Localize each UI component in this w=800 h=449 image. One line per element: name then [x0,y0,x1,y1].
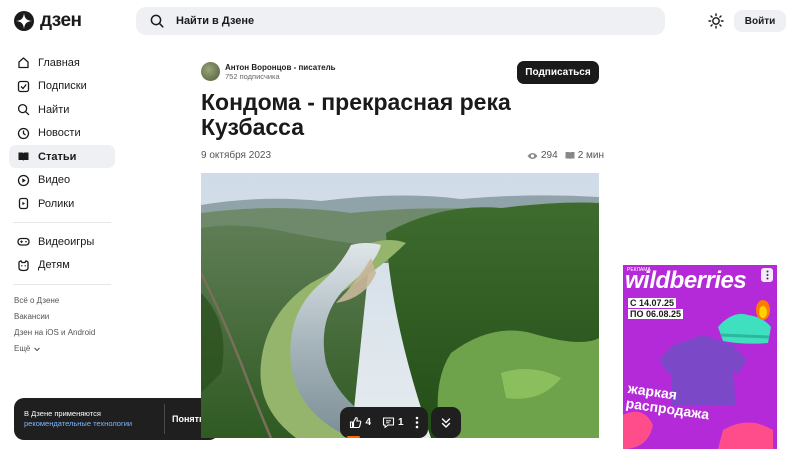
thumbs-up-icon [350,416,362,429]
ad-date-from: С 14.07.25 [628,298,677,308]
logo-icon [14,11,34,31]
sidebar-item-label: Видео [38,174,71,186]
sidebar-item-label: Найти [38,103,70,116]
subscribe-button[interactable]: Подписаться [517,61,599,84]
views-count: 294 [541,150,558,161]
cookie-message: В Дзене применяются [24,409,101,418]
author-block[interactable]: Антон Воронцов - писатель 752 подписчика [201,62,336,81]
comments-button[interactable]: 1 [382,416,404,429]
cookie-text: В Дзене применяются рекомендательные тех… [14,409,164,429]
article-actions: 4 1 [340,407,428,438]
comments-count: 1 [397,417,404,428]
sidebar-item-label: Подписки [38,80,87,92]
cookie-banner: В Дзене применяются рекомендательные тех… [14,398,219,440]
sidebar-item-label: Детям [38,259,70,271]
theme-toggle-button[interactable] [706,11,726,31]
footer-links: Всё о Дзене Вакансии Дзен на iOS и Andro… [14,293,95,357]
more-vertical-icon [415,416,418,429]
sidebar-item-kids[interactable]: Детям [9,254,115,277]
sidebar-nav: Главная Подписки Найти Новости Статьи Ви… [9,51,115,292]
avatar[interactable] [201,62,220,81]
link-apps[interactable]: Дзен на iOS и Android [14,325,95,341]
read-time-stat: 2 мин [565,150,604,161]
sidebar-item-clips[interactable]: Ролики [9,192,115,215]
sidebar-item-search[interactable]: Найти [9,98,115,121]
article-date: 9 октября 2023 [201,150,271,161]
kids-icon [18,259,29,271]
search-bar[interactable] [136,7,665,35]
nav-divider [13,222,111,223]
likes-count: 4 [365,417,372,428]
article-image [201,173,599,438]
author-subscribers: 752 подписчика [225,71,280,81]
sidebar-item-label: Главная [38,56,80,69]
home-icon [18,57,29,69]
cookie-link[interactable]: рекомендательные технологии [24,419,164,429]
clips-icon [18,197,29,210]
search-input[interactable] [176,15,636,27]
active-marker [347,436,360,438]
article-stats: 294 2 мин [527,150,604,161]
comment-icon [382,417,395,429]
more-vertical-icon [766,270,768,280]
author-name[interactable]: Антон Воронцов - писатель [225,63,336,72]
articles-icon [18,152,29,161]
news-icon [17,127,30,139]
logo-text: дзен [40,10,82,31]
nav-divider [13,283,111,285]
eye-icon [527,152,538,159]
ad-label: РЕКЛАМА [627,267,651,273]
more-options-button[interactable] [415,416,419,429]
search-icon [17,103,30,116]
link-vacancies[interactable]: Вакансии [14,309,95,325]
views-stat: 294 [527,150,558,161]
login-button[interactable]: Войти [734,10,786,32]
ad-date-to: ПО 06.08.25 [628,309,684,319]
advertisement-banner[interactable]: wildberries РЕКЛАМА С 14.07.25 ПО 06.08.… [623,265,777,449]
search-icon [150,14,164,28]
sidebar-item-label: Видеоигры [38,235,95,248]
sidebar-item-home[interactable]: Главная [9,51,115,74]
gamepad-icon [17,237,30,246]
sidebar-item-label: Статьи [38,150,77,163]
like-button[interactable]: 4 [349,416,371,429]
logo[interactable]: дзен [14,10,82,32]
chevrons-down-icon [441,417,451,428]
sidebar-item-videogames[interactable]: Видеоигры [9,230,115,253]
sidebar-item-articles[interactable]: Статьи [9,145,115,168]
chevron-down-icon [34,347,41,352]
sidebar-item-label: Ролики [38,197,75,210]
link-more[interactable]: Ещё [14,341,95,357]
sidebar-item-label: Новости [38,127,81,139]
sidebar-item-news[interactable]: Новости [9,122,115,145]
scroll-down-button[interactable] [431,407,461,438]
sun-icon [708,13,724,29]
ad-options-button[interactable] [761,268,773,282]
video-icon [17,174,30,186]
ad-dates: С 14.07.25 ПО 06.08.25 [628,298,684,320]
book-icon [565,152,575,160]
read-time: 2 мин [577,150,605,161]
link-about[interactable]: Всё о Дзене [14,293,95,309]
link-more-label: Ещё [14,344,31,353]
sidebar-item-video[interactable]: Видео [9,169,115,192]
article-title: Кондома - прекрасная река Кузбасса [201,89,511,140]
sidebar-item-subscriptions[interactable]: Подписки [9,75,115,98]
subscriptions-icon [17,80,30,92]
